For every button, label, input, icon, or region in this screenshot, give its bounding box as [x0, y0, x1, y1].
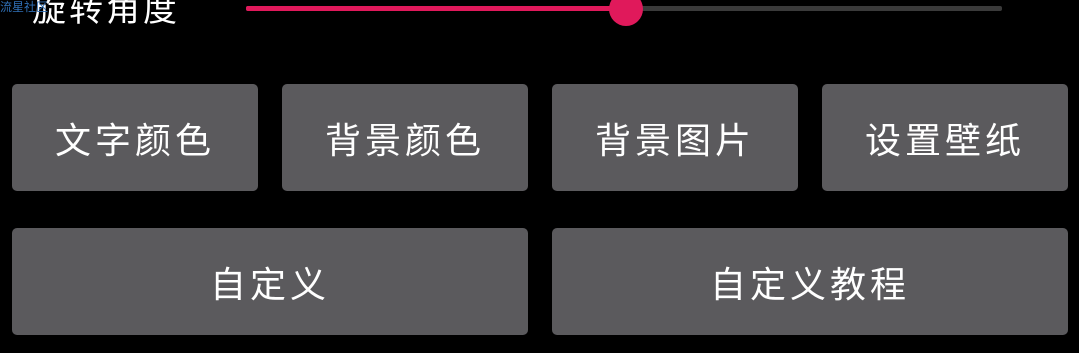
slider-thumb[interactable]	[609, 0, 644, 26]
set-wallpaper-button[interactable]: 设置壁纸	[822, 84, 1068, 191]
rotation-angle-slider[interactable]	[246, 0, 1002, 26]
rotation-angle-label: 旋转角度	[32, 0, 180, 30]
text-color-button[interactable]: 文字颜色	[12, 84, 258, 191]
custom-tutorial-button[interactable]: 自定义教程	[552, 228, 1068, 335]
watermark: 流星社区	[0, 0, 49, 14]
background-image-button[interactable]: 背景图片	[552, 84, 798, 191]
slider-fill	[246, 6, 627, 11]
background-color-button[interactable]: 背景颜色	[282, 84, 528, 191]
custom-button[interactable]: 自定义	[12, 228, 528, 335]
